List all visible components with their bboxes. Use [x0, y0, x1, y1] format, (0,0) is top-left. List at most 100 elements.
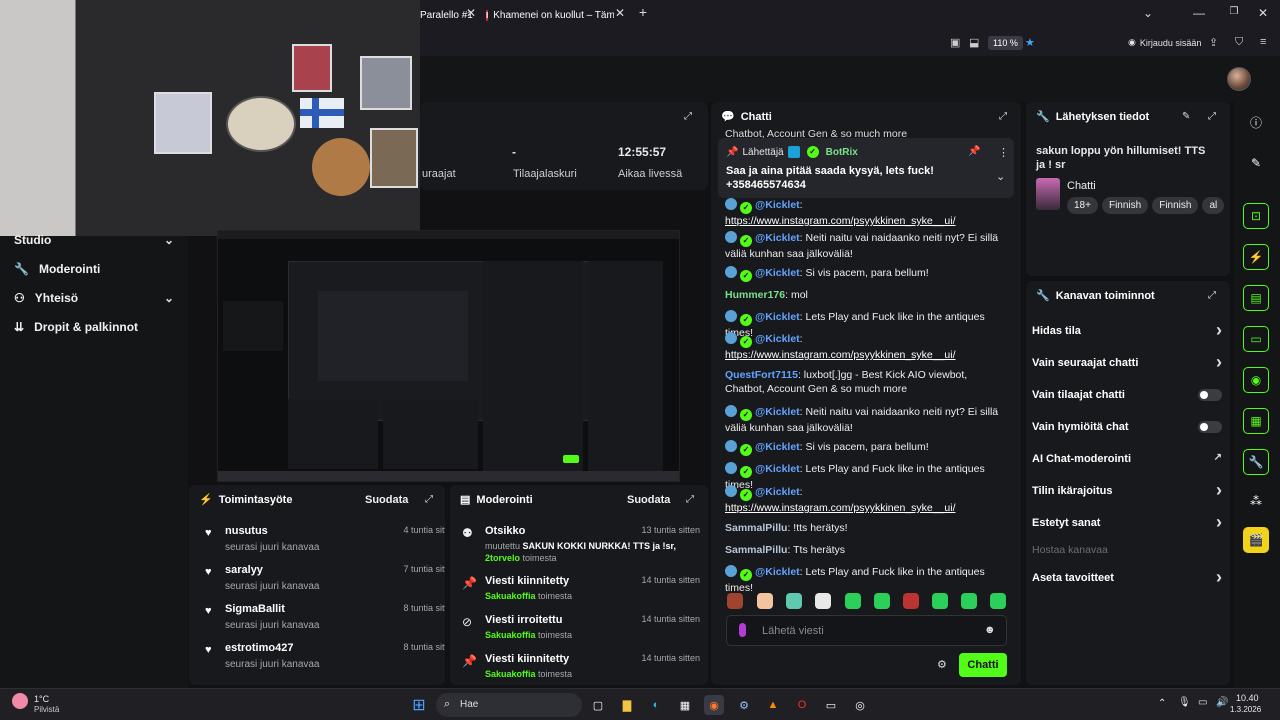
- expand-icon[interactable]: ⤢: [684, 111, 692, 122]
- store-icon[interactable]: ▦: [675, 695, 695, 715]
- emote-button[interactable]: [815, 593, 831, 609]
- clapper-icon[interactable]: 🎬: [1243, 527, 1269, 553]
- tab-list-chevron-icon[interactable]: ⌄: [1140, 6, 1156, 20]
- channel-action-item[interactable]: Hidas tila ›: [1032, 320, 1222, 340]
- clock-time[interactable]: 10.40: [1236, 693, 1259, 703]
- tray-chevron-icon[interactable]: ⌃: [1158, 698, 1166, 709]
- tag-chip[interactable]: Finnish: [1152, 197, 1199, 214]
- window-close-icon[interactable]: ✕: [1255, 6, 1271, 20]
- new-tab-icon[interactable]: +: [635, 4, 651, 20]
- shield-icon[interactable]: ⛉: [1235, 36, 1243, 49]
- emote-button[interactable]: [727, 593, 743, 609]
- emote-button[interactable]: [874, 593, 890, 609]
- taskbar-search[interactable]: ⌕ Hae: [436, 693, 582, 717]
- pinned-user[interactable]: BotRix: [826, 147, 858, 158]
- settings-gear-icon[interactable]: ⚙: [937, 658, 947, 671]
- minimize-icon[interactable]: —: [1191, 6, 1207, 20]
- stream-preview[interactable]: [217, 230, 680, 482]
- windows-start-icon[interactable]: ⊞: [409, 695, 429, 715]
- mic-icon[interactable]: [739, 623, 746, 637]
- tag-chip[interactable]: Finnish: [1101, 197, 1149, 214]
- obs-icon[interactable]: ◎: [850, 695, 870, 715]
- emoji-icon[interactable]: ☻: [984, 624, 996, 636]
- chat-username[interactable]: SammalPillu: [725, 544, 787, 556]
- document-icon[interactable]: ▤: [1243, 285, 1269, 311]
- login-button[interactable]: ◉ Kirjaudu sisään: [1128, 37, 1201, 48]
- nav-item-community[interactable]: ⚇ Yhteisö ⌄: [14, 291, 174, 305]
- chat-username[interactable]: @Kicklet: [755, 199, 800, 211]
- steam-icon[interactable]: ⚙: [734, 695, 754, 715]
- chat-username[interactable]: @Kicklet: [755, 566, 800, 578]
- close-tab-icon[interactable]: ✕: [612, 6, 628, 20]
- emote-button[interactable]: [786, 593, 802, 609]
- channel-action-item[interactable]: Vain tilaajat chatti: [1032, 389, 1222, 401]
- chat-username[interactable]: QuestFort7115: [725, 369, 798, 381]
- chevron-down-icon[interactable]: ⌄: [996, 170, 1005, 183]
- broadcast-icon[interactable]: ◉: [1243, 367, 1269, 393]
- detail-user[interactable]: Sakuakoffia: [485, 630, 536, 640]
- filter-button[interactable]: Suodata: [365, 494, 408, 506]
- toggle-switch[interactable]: [1198, 389, 1222, 401]
- tag-chip[interactable]: al: [1202, 197, 1225, 214]
- wrench-icon[interactable]: 🔧: [1243, 449, 1269, 475]
- menu-icon[interactable]: ≡: [1260, 36, 1266, 48]
- screenshot-icon[interactable]: ⬓: [969, 36, 979, 49]
- zoom-level-badge[interactable]: 110 %: [988, 36, 1023, 50]
- vlc-icon[interactable]: ▲: [763, 695, 783, 715]
- chat-username[interactable]: SammalPillu: [725, 522, 787, 534]
- chat-input[interactable]: Lähetä viesti ☻: [726, 615, 1007, 646]
- chat-username[interactable]: Hummer176: [725, 289, 785, 301]
- tag-chip[interactable]: 18+: [1067, 197, 1098, 214]
- weather-icon[interactable]: [12, 693, 28, 709]
- edit-pencil-icon[interactable]: ✎: [1182, 111, 1190, 122]
- chat-username[interactable]: @Kicklet: [755, 311, 800, 323]
- chat-bubble-icon[interactable]: ▭: [1243, 326, 1269, 352]
- user-avatar[interactable]: [1227, 67, 1251, 91]
- opera-icon[interactable]: O: [792, 695, 812, 715]
- close-tab-icon[interactable]: ✕: [463, 6, 479, 20]
- firefox-icon[interactable]: ◉: [704, 695, 724, 715]
- detail-user[interactable]: Sakuakoffia: [485, 669, 536, 679]
- nav-item-drops[interactable]: ⇊ Dropit & palkinnot: [14, 320, 174, 334]
- channel-action-item[interactable]: Estetyt sanat ›: [1032, 512, 1222, 532]
- clock-date[interactable]: 1.3.2026: [1230, 705, 1261, 714]
- maximize-icon[interactable]: ❐: [1226, 6, 1242, 17]
- chat-link[interactable]: https://www.instagram.com/psyykkinen_syk…: [725, 349, 956, 361]
- chat-link[interactable]: https://www.instagram.com/psyykkinen_syk…: [725, 215, 956, 227]
- chat-username[interactable]: @Kicklet: [755, 333, 800, 345]
- tab-khamenei[interactable]: I Khamenei on kuollut – Tämä tie: [486, 5, 614, 25]
- bookmark-star-icon[interactable]: ★: [1025, 36, 1035, 49]
- expand-icon[interactable]: ⤢: [1208, 111, 1216, 122]
- layout-icon[interactable]: ▦: [1243, 408, 1269, 434]
- users-icon[interactable]: ⁂: [1243, 488, 1269, 514]
- chat-username[interactable]: @Kicklet: [755, 486, 800, 498]
- task-view-icon[interactable]: ▢: [588, 695, 608, 715]
- category-name[interactable]: Chatti: [1067, 180, 1096, 192]
- edge-icon[interactable]: ◐: [646, 695, 666, 715]
- more-options-icon[interactable]: ⋮: [998, 146, 1009, 159]
- filter-button[interactable]: Suodata: [627, 494, 670, 506]
- chat-username[interactable]: @Kicklet: [755, 441, 800, 453]
- detail-user[interactable]: Sakuakoffia: [485, 591, 536, 601]
- emote-button[interactable]: [757, 593, 773, 609]
- channel-action-item[interactable]: Vain hymiöitä chat: [1032, 421, 1222, 433]
- chat-username[interactable]: @Kicklet: [755, 463, 800, 475]
- channel-action-item[interactable]: Aseta tavoitteet ›: [1032, 567, 1222, 587]
- emote-button[interactable]: [990, 593, 1006, 609]
- nav-item-studio[interactable]: Studio ⌄: [14, 233, 174, 247]
- channel-action-item[interactable]: AI Chat-moderointi ↗: [1032, 452, 1222, 465]
- file-explorer-icon[interactable]: ▇: [617, 695, 637, 715]
- channel-action-item[interactable]: Tilin ikärajoitus ›: [1032, 480, 1222, 500]
- chat-username[interactable]: @Kicklet: [755, 267, 800, 279]
- network-icon[interactable]: ▭: [1198, 697, 1207, 708]
- bolt-icon[interactable]: ⚡: [1243, 244, 1269, 270]
- extensions-icon[interactable]: ⇪: [1209, 36, 1218, 49]
- edit-icon[interactable]: ✎: [1243, 150, 1269, 176]
- chat-username[interactable]: @Kicklet: [755, 406, 800, 418]
- expand-icon[interactable]: ⤢: [999, 111, 1007, 122]
- volume-icon[interactable]: 🔊: [1216, 697, 1228, 708]
- chat-link[interactable]: https://www.instagram.com/psyykkinen_syk…: [725, 502, 956, 514]
- detail-user[interactable]: 2torvelo: [485, 553, 520, 563]
- send-chat-button[interactable]: Chatti: [959, 653, 1007, 677]
- terminal-icon[interactable]: ▭: [821, 695, 841, 715]
